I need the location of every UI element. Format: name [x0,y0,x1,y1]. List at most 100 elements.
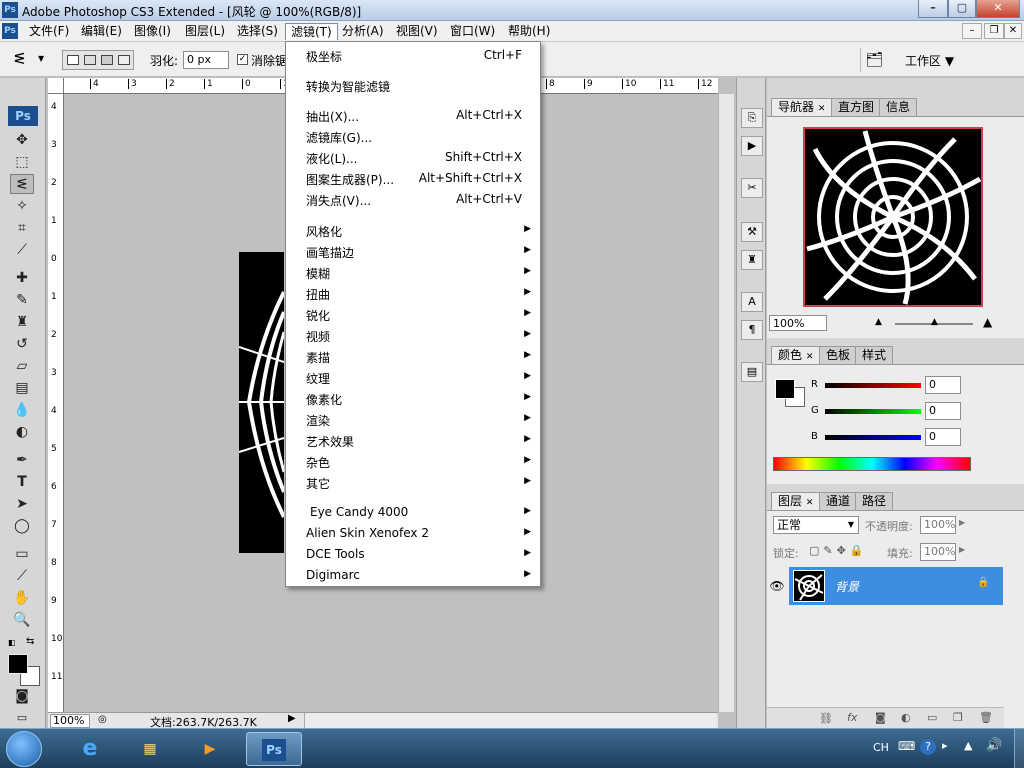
menu-item-liquify[interactable]: 液化(L)... Shift+Ctrl+X [287,147,539,168]
submenu-sketch[interactable]: 素描 ▶ [287,346,539,367]
path-selection-tool-icon[interactable]: ➤ [10,494,34,514]
green-slider[interactable] [825,409,921,414]
zoom-level-field[interactable]: 100% [50,714,90,728]
show-hidden-icons[interactable]: ▲ [964,739,972,752]
photoshop-logo-icon[interactable]: Ps [8,106,38,126]
start-button[interactable] [6,731,42,767]
input-language-indicator[interactable]: CH [873,741,889,754]
help-icon[interactable]: ? [920,739,936,755]
workspace-menu[interactable]: 工作区 ▼ [905,52,954,69]
menu-analysis[interactable]: 分析(A) [337,23,389,40]
screen-mode-icon[interactable]: ▭ [10,708,34,728]
zoom-out-icon[interactable]: ▲ [875,317,882,327]
lock-options-icons[interactable]: ▢✎✥🔒 [809,544,868,557]
opacity-arrow-icon[interactable]: ▶ [959,518,965,527]
red-value-input[interactable]: 0 [925,376,961,394]
submenu-eye-candy[interactable]: Eye Candy 4000 ▶ [287,502,539,523]
hand-tool-icon[interactable]: ✋ [10,588,34,608]
link-layers-icon[interactable]: ⛓ [819,712,833,725]
layer-comps-icon[interactable]: ▤ [741,362,763,382]
menu-item-vanishing-point[interactable]: 消失点(V)... Alt+Ctrl+V [287,189,539,210]
trash-icon[interactable]: 🗑 [979,711,993,724]
menu-help[interactable]: 帮助(H) [503,23,555,40]
actions-panel-icon[interactable]: ▶ [741,136,763,156]
menu-item-convert-smart-filters[interactable]: 转换为智能滤镜 [287,75,539,96]
zoom-in-icon[interactable]: ▲ [983,315,992,329]
gradient-tool-icon[interactable]: ▤ [10,378,34,398]
submenu-sharpen[interactable]: 锐化 ▶ [287,304,539,325]
show-desktop-button[interactable] [1014,729,1024,768]
doc-close-button[interactable]: ✕ [1004,23,1022,39]
close-icon[interactable]: ✕ [806,352,814,362]
new-selection-icon[interactable] [67,55,79,65]
menu-item-extract[interactable]: 抽出(X)... Alt+Ctrl+X [287,105,539,126]
menu-image[interactable]: 图像(I) [129,23,176,40]
fill-input[interactable]: 100% [920,543,956,561]
blur-tool-icon[interactable]: 💧 [10,400,34,420]
horizontal-scrollbar[interactable] [304,713,716,728]
brush-tool-icon[interactable]: ✎ [10,290,34,310]
eraser-tool-icon[interactable]: ▱ [10,356,34,376]
submenu-video[interactable]: 视频 ▶ [287,325,539,346]
layer-style-icon[interactable]: fx [847,711,857,724]
submenu-pixelate[interactable]: 像素化 ▶ [287,388,539,409]
submenu-blur[interactable]: 模糊 ▶ [287,262,539,283]
type-tool-icon[interactable]: T [10,472,34,492]
pen-tool-icon[interactable]: ✒ [10,450,34,470]
history-panel-icon[interactable]: ⎘ [741,108,763,128]
menu-item-polar-coordinates[interactable]: 极坐标 Ctrl+F [287,45,539,66]
close-button[interactable]: ✕ [976,0,1020,18]
clone-stamp-tool-icon[interactable]: ♜ [10,312,34,332]
tool-presets-icon[interactable]: ✂ [741,178,763,198]
feather-input[interactable]: 0 px [183,51,229,69]
menu-select[interactable]: 选择(S) [232,23,283,40]
status-menu-arrow[interactable]: ▶ [288,713,296,724]
doc-restore-button[interactable]: ❐ [984,23,1004,39]
status-icon[interactable]: ◎ [98,714,107,725]
document-canvas[interactable] [239,252,284,553]
zoom-slider-handle[interactable]: ▲ [931,317,938,327]
photoshop-taskbar-button[interactable]: Ps [246,732,302,766]
marquee-tool-icon[interactable]: ⬚ [10,152,34,172]
blue-slider[interactable] [825,435,921,440]
tab-info[interactable]: 信息 [879,98,918,116]
navigator-zoom-field[interactable]: 100% [769,315,827,331]
chevron-down-icon[interactable]: ▼ [38,54,56,72]
lasso-tool-icon[interactable]: ᓬ [10,174,34,194]
media-player-icon[interactable]: ▶ [184,732,236,766]
submenu-artistic[interactable]: 艺术效果 ▶ [287,430,539,451]
menu-filter[interactable]: 滤镜(T) [285,23,338,40]
menu-file[interactable]: 文件(F) [24,23,74,40]
submenu-distort[interactable]: 扭曲 ▶ [287,283,539,304]
submenu-texture[interactable]: 纹理 ▶ [287,367,539,388]
lasso-tool-preset-icon[interactable]: ᓬ [14,50,32,68]
notes-tool-icon[interactable]: ▭ [10,544,34,564]
eye-icon[interactable]: 👁 [767,567,787,605]
submenu-dce-tools[interactable]: DCE Tools ▶ [287,544,539,565]
antialias-checkbox[interactable]: ✓ [237,54,248,65]
paragraph-panel-icon[interactable]: ¶ [741,320,763,340]
minimize-button[interactable]: – [918,0,948,18]
close-icon[interactable]: ✕ [806,498,814,508]
new-group-icon[interactable]: ▭ [927,711,937,724]
new-layer-icon[interactable]: ❐ [953,711,963,724]
swap-colors-icon[interactable]: ⇆ [26,636,34,647]
subtract-selection-icon[interactable] [101,55,113,65]
submenu-stylize[interactable]: 风格化 ▶ [287,220,539,241]
tab-navigator[interactable]: 导航器 ✕ [771,98,833,116]
magic-wand-tool-icon[interactable]: ✧ [10,196,34,216]
keyboard-icon[interactable]: ⌨ [898,739,915,753]
tab-swatches[interactable]: 色板 [819,346,858,364]
opacity-input[interactable]: 100% [920,516,956,534]
slice-tool-icon[interactable]: ⟋ [10,240,34,260]
green-value-input[interactable]: 0 [925,402,961,420]
file-explorer-icon[interactable]: ▦ [124,732,176,766]
submenu-alien-skin[interactable]: Alien Skin Xenofex 2 ▶ [287,523,539,544]
submenu-render[interactable]: 渲染 ▶ [287,409,539,430]
ellipse-tool-icon[interactable]: ◯ [10,516,34,536]
submenu-brush-strokes[interactable]: 画笔描边 ▶ [287,241,539,262]
character-panel-icon[interactable]: A [741,292,763,312]
selection-mode-buttons[interactable] [62,50,134,70]
layer-mask-icon[interactable]: ◙ [875,711,886,724]
quick-mask-icon[interactable]: ◙ [10,686,34,706]
